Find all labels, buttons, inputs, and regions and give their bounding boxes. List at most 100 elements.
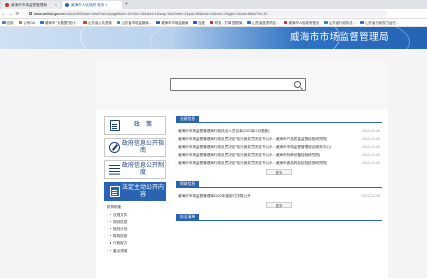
site-title: 威海市市场监督管理局 bbox=[289, 32, 389, 43]
bookmark-label: 威海市人民政府首页 bbox=[288, 21, 320, 25]
section-header: 财政信息 bbox=[176, 181, 382, 188]
sub-nav-item[interactable]: 财政信息 bbox=[107, 233, 166, 240]
content-area: 业绩信息威海市市场监督管理局行政执法人员名单(2023年2月更新) 2023-02… bbox=[176, 116, 382, 231]
list-item-title[interactable]: 威海市市场监督管理局行政处罚决定书(行政处罚决定书公示 - 威海市市场监督管理综… bbox=[178, 145, 356, 150]
sub-nav-item[interactable]: 法规文件 bbox=[107, 212, 166, 219]
clipboard-icon bbox=[108, 185, 121, 198]
section-header: 业绩信息 bbox=[176, 116, 382, 123]
compass-icon bbox=[108, 141, 121, 154]
url-field[interactable]: www.weihai.gov.cn /col/col150/index.html… bbox=[25, 10, 387, 17]
browser-tab-1[interactable]: 威海市市场监督管理局 × bbox=[2, 1, 60, 9]
section-list bbox=[176, 221, 382, 225]
new-tab-button[interactable]: + bbox=[125, 1, 128, 7]
bookmark-label: 威海市 "大数据"统计... bbox=[44, 21, 79, 25]
nav-item-statutory-content[interactable]: 法定主动公开内容 bbox=[104, 182, 166, 201]
more-button[interactable]: 更多 bbox=[266, 169, 292, 175]
address-bar-row: ← → ⟳ www.weihai.gov.cn /col/col150/inde… bbox=[0, 9, 427, 19]
list-item-title[interactable]: 威海市市场监督管理局行政处罚决定书(行政处罚决定书公示 - 威海市食品药品检验检… bbox=[178, 161, 356, 166]
bookmark-icon bbox=[324, 20, 328, 25]
bookmark-item[interactable]: 山东省投资项目... bbox=[247, 20, 279, 25]
section-list: 威海市市场监督管理局行政执法人员名单(2023年2月更新) 2023-02-06 威… bbox=[176, 123, 382, 175]
nav-item-disclosure-guide[interactable]: 政府信息公开指南 bbox=[104, 138, 166, 157]
list-item-title[interactable]: 威海市市场监督管理局行政处罚决定书(行政处罚决定书公示 - 威海市产品质量监督检… bbox=[178, 137, 356, 142]
bookmark-icon bbox=[40, 20, 44, 25]
sub-nav-item[interactable]: 行政权力 bbox=[107, 240, 166, 247]
bookmark-item[interactable]: 威海市 "大数据"统计... bbox=[40, 20, 78, 25]
bookmark-item[interactable]: 山东省市场监管局... bbox=[116, 20, 152, 25]
bookmark-label: 山东省行政权力运行... bbox=[365, 21, 399, 25]
content-section: 财政信息威海市市场监督管理局2022年度部门决算公开 2022-12-05 更多 bbox=[176, 181, 382, 208]
list-item-date: 2022-12-05 bbox=[361, 194, 380, 198]
nav-item-policy[interactable]: 政 策 bbox=[104, 116, 166, 135]
url-domain: www.weihai.gov.cn bbox=[34, 11, 65, 16]
more-button[interactable]: 更多 bbox=[266, 202, 292, 208]
list-item[interactable]: 威海市市场监督管理局行政处罚决定书(行政处罚决定书公示 - 威海市特种设备检验研… bbox=[178, 151, 380, 159]
section-list: 威海市市场监督管理局2022年度部门决算公开 2022-12-05 更多 bbox=[176, 188, 382, 208]
site-header-banner: 威海市市场监督管理局 bbox=[0, 27, 427, 49]
tab-close-icon[interactable]: × bbox=[53, 3, 57, 7]
bookmark-icon bbox=[83, 20, 87, 25]
sub-nav-item[interactable]: 规划计划 bbox=[107, 226, 166, 233]
content-section: 执法清单 bbox=[176, 214, 382, 225]
left-navigation: 政 策 政府信息公开指南 政府信息公开制度 法定主动公开内容 机构职能 法规文件… bbox=[104, 116, 166, 255]
list-item[interactable]: 威海市市场监督管理局行政处罚决定书(行政处罚决定书公示 - 威海市食品药品检验检… bbox=[178, 159, 380, 167]
bookmark-icon bbox=[2, 20, 6, 25]
search-icon[interactable] bbox=[294, 81, 301, 88]
bookmark-icon bbox=[283, 20, 288, 25]
bookmark-label: 公司OA bbox=[23, 21, 36, 25]
url-path: /col/col150/index.html?uid=&pageNum=1#?c… bbox=[64, 11, 268, 16]
site-favicon-icon bbox=[65, 3, 69, 7]
content-section: 业绩信息威海市市场监督管理局行政执法人员名单(2023年2月更新) 2023-02… bbox=[176, 116, 382, 175]
nav-item-label: 政府信息公开制度 bbox=[121, 162, 164, 176]
reload-icon[interactable]: ⟳ bbox=[14, 11, 21, 17]
bookmark-item[interactable]: 威海市人民政府首页 bbox=[283, 20, 320, 25]
bookmarks-bar: 应用 公司OA 威海市 "大数据"统计... 山东省公共资源 山东省市场监管局... 威海… bbox=[0, 19, 427, 27]
list-icon bbox=[108, 163, 121, 176]
list-item-date: 2022-12-05 bbox=[361, 137, 380, 141]
bookmark-item[interactable]: 威海市市场监管局 bbox=[156, 20, 188, 25]
list-item[interactable]: 威海市市场监督管理局行政处罚决定书(行政处罚决定书公示 - 威海市产品质量监督检… bbox=[178, 135, 380, 143]
list-item[interactable]: 威海市市场监督管理局行政执法人员名单(2023年2月更新) 2023-02-06 bbox=[178, 127, 380, 135]
page-container: 政 策 政府信息公开指南 政府信息公开制度 法定主动公开内容 机构职能 法规文件… bbox=[96, 60, 388, 278]
bookmark-item[interactable]: 公司OA bbox=[18, 20, 36, 25]
bookmark-item[interactable]: 财务 - 打单 国税局 bbox=[209, 20, 243, 25]
bookmark-item[interactable]: 应用 bbox=[2, 20, 14, 25]
bookmark-icon bbox=[18, 20, 23, 25]
bookmark-label: 百度 bbox=[198, 21, 205, 25]
bookmark-label: 应用 bbox=[6, 21, 14, 25]
sub-nav-item[interactable]: 重点领域 bbox=[107, 247, 166, 254]
list-item-date: 2023-02-06 bbox=[361, 129, 380, 133]
bookmark-icon bbox=[209, 20, 214, 25]
list-item-title[interactable]: 威海市市场监督管理局2022年度部门决算公开 bbox=[178, 194, 356, 199]
bookmark-item[interactable]: 山东省公共资源 bbox=[83, 20, 112, 25]
bookmark-icon bbox=[193, 20, 197, 25]
list-item-title[interactable]: 威海市市场监督管理局行政执法人员名单(2023年2月更新) bbox=[178, 129, 356, 134]
bookmark-label: 山东省行政执法... bbox=[328, 21, 356, 25]
sub-nav-heading[interactable]: 机构职能 bbox=[107, 204, 166, 212]
nav-item-disclosure-system[interactable]: 政府信息公开制度 bbox=[104, 160, 166, 179]
bookmark-item[interactable]: 山东省行政执法... bbox=[324, 20, 355, 25]
bookmark-label: 山东省市场监管局... bbox=[121, 21, 152, 25]
section-header: 执法清单 bbox=[176, 214, 382, 221]
list-item-title[interactable]: 威海市市场监督管理局行政处罚决定书(行政处罚决定书公示 - 威海市特种设备检验研… bbox=[178, 153, 356, 158]
tab-label: 威海市市场监督管理局 bbox=[11, 2, 47, 7]
nav-item-label: 政府信息公开指南 bbox=[121, 140, 164, 154]
search-band bbox=[96, 60, 388, 110]
list-item[interactable]: 威海市市场监督管理局行政处罚决定书(行政处罚决定书公示 - 威海市市场监督管理综… bbox=[178, 143, 380, 151]
search-input[interactable] bbox=[170, 78, 306, 91]
back-icon[interactable]: ← bbox=[0, 11, 7, 16]
sub-nav-item[interactable]: 规划信息 bbox=[107, 219, 166, 226]
bookmark-item[interactable]: 山东省行政权力运行... bbox=[360, 20, 399, 25]
bookmark-icon bbox=[116, 20, 121, 25]
bookmark-label: 财务 - 打单 国税局 bbox=[214, 21, 243, 25]
section-tab[interactable]: 财政信息 bbox=[176, 181, 200, 188]
section-tab[interactable]: 执法清单 bbox=[176, 214, 200, 221]
section-tab[interactable]: 业绩信息 bbox=[176, 116, 200, 123]
bookmark-item[interactable]: 百度 bbox=[193, 20, 205, 25]
list-item[interactable]: 威海市市场监督管理局2022年度部门决算公开 2022-12-05 bbox=[178, 192, 380, 200]
lock-icon bbox=[29, 12, 32, 15]
nav-item-label: 法定主动公开内容 bbox=[121, 184, 164, 198]
list-item-date: 2022-12-05 bbox=[361, 161, 380, 165]
browser-tab-2[interactable]: 威海市人民政府 首页 × bbox=[62, 1, 122, 9]
forward-icon[interactable]: → bbox=[7, 11, 14, 16]
